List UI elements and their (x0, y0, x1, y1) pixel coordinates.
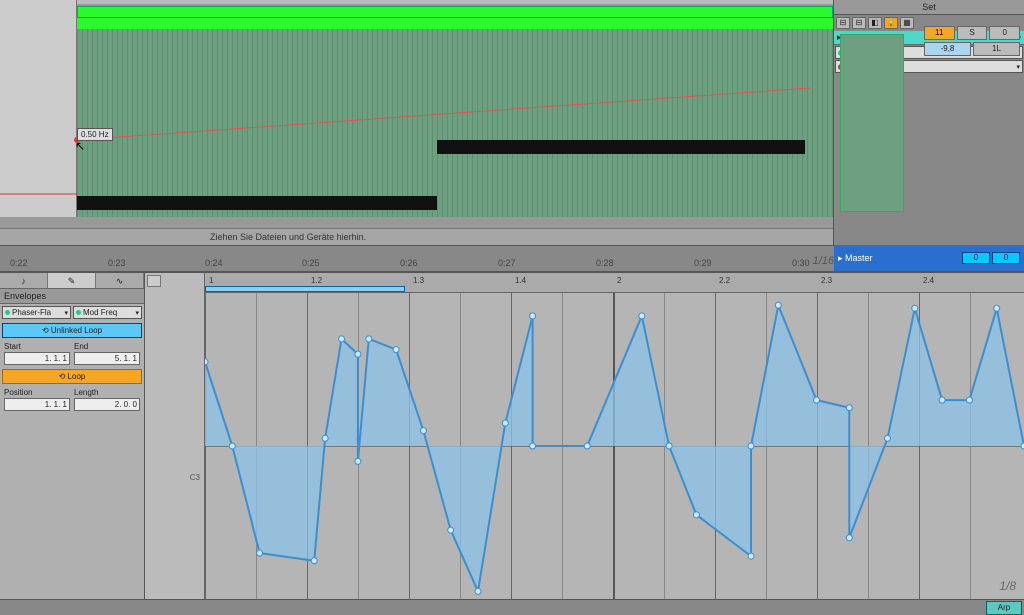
arrangement-view: 0.50 Hz ↖ Ziehen Sie Dateien und Geräte … (0, 0, 1024, 245)
overview-icon[interactable]: ▦ (900, 17, 914, 29)
end-input[interactable]: 5. 1. 1 (74, 352, 140, 365)
ruler-tick: 0:26 (400, 258, 418, 268)
midi-note[interactable] (437, 140, 805, 154)
clip-ruler-tick: 1 (209, 276, 213, 285)
routing-value[interactable]: 1L (973, 42, 1020, 56)
cursor-icon: ↖ (75, 139, 85, 153)
solo-button[interactable]: S (957, 26, 988, 40)
time-ruler[interactable]: 0:22 0:23 0:24 0:25 0:26 0:27 0:28 0:29 … (0, 245, 1024, 271)
clip-tab-notes-icon[interactable]: ♪ (0, 273, 48, 288)
status-clip-tab[interactable]: Arp (986, 601, 1022, 615)
clip-ruler-tick: 2.2 (719, 276, 730, 285)
ruler-tick: 0:30 (792, 258, 810, 268)
track-mixer-panel: Set ⊟ ⊟ ◧ 🔒 ▦ ▸ Arp ▾ Phaser-Flange▾ Mod… (834, 0, 1024, 245)
start-input[interactable]: 1. 1. 1 (4, 352, 70, 365)
clip-grid-resolution[interactable]: 1/8 (999, 579, 1016, 593)
ruler-tick: 0:22 (10, 258, 28, 268)
lock-icon[interactable]: 🔒 (884, 17, 898, 29)
master-meter-r[interactable]: 0 (992, 252, 1020, 264)
clip-ruler-tick: 1.2 (311, 276, 322, 285)
status-bar: Arp (0, 599, 1024, 615)
master-play-icon[interactable]: ▸ (838, 253, 843, 264)
clip-header[interactable] (77, 6, 833, 18)
grid-resolution[interactable]: 1/16 (813, 255, 834, 267)
clip-inspector: ♪ ✎ ∿ Envelopes Phaser-Fla▾ Mod Freq▾ ⟲ … (0, 273, 145, 599)
ruler-tick: 0:24 (205, 258, 223, 268)
clip-overview[interactable] (840, 34, 904, 212)
loop-button[interactable]: ⟲ Loop (2, 369, 142, 384)
ruler-tick: 0:28 (596, 258, 614, 268)
key-label-c3: C3 (190, 473, 200, 482)
master-meter-l[interactable]: 0 (962, 252, 990, 264)
envelopes-header: Envelopes (0, 289, 144, 304)
midi-note[interactable] (77, 196, 437, 210)
length-input[interactable]: 2. 0. 0 (74, 398, 140, 411)
mixer-toggle-icon[interactable]: ◧ (868, 17, 882, 29)
envelope-device-select[interactable]: Phaser-Fla▾ (2, 306, 71, 319)
ruler-tick: 0:27 (498, 258, 516, 268)
piano-roll-keys[interactable]: C3 (145, 273, 205, 599)
envelope-curve[interactable] (205, 293, 1024, 599)
set-header: Set (834, 0, 1024, 15)
io-toggle-icon[interactable]: ⊟ (836, 17, 850, 29)
track-number[interactable]: 11 (924, 26, 955, 40)
fold-button[interactable] (147, 275, 161, 287)
clip-ruler[interactable]: 1 1.2 1.3 1.4 2 2.2 2.3 2.4 (205, 273, 1024, 293)
clip-ruler-tick: 1.4 (515, 276, 526, 285)
position-label: Position (4, 388, 70, 397)
mixer-strip: 11 S 0 -9,8 1L (924, 26, 1020, 58)
master-label: Master (845, 253, 873, 263)
clip-detail-view: ♪ ✎ ∿ Envelopes Phaser-Fla▾ Mod Freq▾ ⟲ … (0, 271, 1024, 599)
arrangement-timeline[interactable]: 0.50 Hz ↖ Ziehen Sie Dateien und Geräte … (0, 0, 834, 245)
clip-ruler-tick: 2.3 (821, 276, 832, 285)
loop-brace[interactable] (205, 286, 405, 292)
clip-ruler-tick: 2.4 (923, 276, 934, 285)
unlinked-loop-button[interactable]: ⟲ Unlinked Loop (2, 323, 142, 338)
master-track-header[interactable]: ▸ Master 0 0 (834, 245, 1024, 271)
volume-value[interactable]: -9,8 (924, 42, 971, 56)
return-toggle-icon[interactable]: ⊟ (852, 17, 866, 29)
envelope-param-select[interactable]: Mod Freq▾ (73, 306, 142, 319)
arm-button[interactable]: 0 (989, 26, 1020, 40)
end-label: End (74, 342, 140, 351)
start-label: Start (4, 342, 70, 351)
clip-tab-expr-icon[interactable]: ∿ (96, 273, 144, 288)
clip-ruler-tick: 1.3 (413, 276, 424, 285)
ruler-tick: 0:23 (108, 258, 126, 268)
ruler-tick: 0:29 (694, 258, 712, 268)
clip-title-bar[interactable] (77, 18, 833, 29)
ruler-tick: 0:25 (302, 258, 320, 268)
position-input[interactable]: 1. 1. 1 (4, 398, 70, 411)
drop-files-hint[interactable]: Ziehen Sie Dateien und Geräte hierhin. (0, 228, 833, 245)
arrangement-gutter (0, 0, 77, 217)
clip-tab-envelope-icon[interactable]: ✎ (48, 273, 96, 288)
clip-ruler-tick: 2 (617, 276, 621, 285)
midi-clip-region[interactable] (77, 12, 833, 217)
length-label: Length (74, 388, 140, 397)
envelope-editor[interactable]: 1 1.2 1.3 1.4 2 2.2 2.3 2.4 (205, 273, 1024, 599)
